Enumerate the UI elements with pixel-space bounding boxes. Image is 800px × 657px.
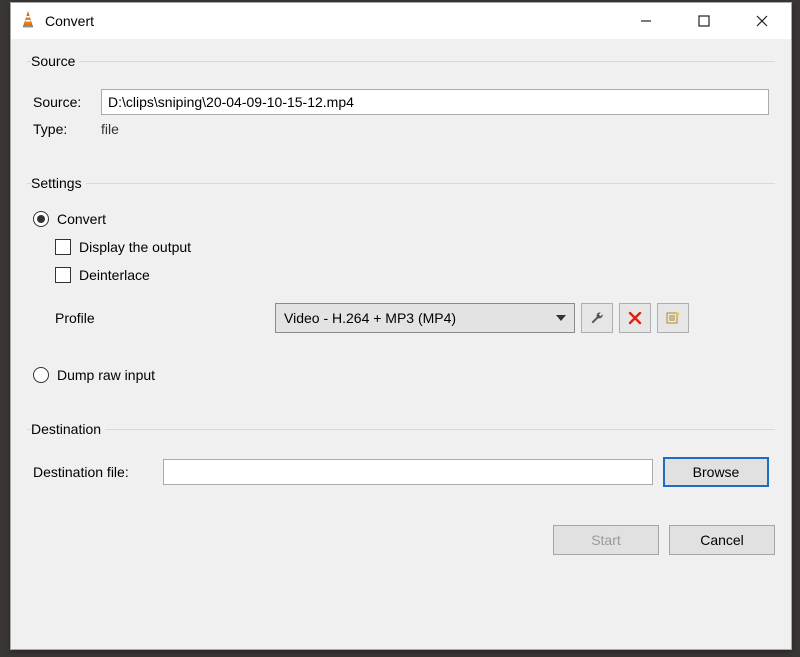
profile-value: Video - H.264 + MP3 (MP4) xyxy=(284,310,456,326)
close-button[interactable] xyxy=(733,3,791,39)
start-button[interactable]: Start xyxy=(553,525,659,555)
dump-raw-radio[interactable]: Dump raw input xyxy=(33,367,155,383)
profile-label: Profile xyxy=(55,310,275,326)
deinterlace-checkbox[interactable]: Deinterlace xyxy=(55,267,150,283)
x-icon xyxy=(627,310,643,326)
chevron-down-icon xyxy=(556,315,566,321)
new-profile-icon xyxy=(665,310,681,326)
display-output-label: Display the output xyxy=(79,239,191,255)
dump-raw-label: Dump raw input xyxy=(57,367,155,383)
destination-legend: Destination xyxy=(31,421,105,437)
source-group: Source Source: Type: file xyxy=(27,53,775,157)
convert-dialog: Convert Source Source: Type: file xyxy=(10,2,792,650)
new-profile-button[interactable] xyxy=(657,303,689,333)
maximize-button[interactable] xyxy=(675,3,733,39)
cancel-button[interactable]: Cancel xyxy=(669,525,775,555)
deinterlace-label: Deinterlace xyxy=(79,267,150,283)
destination-file-label: Destination file: xyxy=(33,464,163,480)
browse-button[interactable]: Browse xyxy=(663,457,769,487)
minimize-button[interactable] xyxy=(617,3,675,39)
edit-profile-button[interactable] xyxy=(581,303,613,333)
type-value: file xyxy=(101,121,119,137)
settings-group: Settings Convert Display the output Dein… xyxy=(27,175,775,403)
display-output-checkbox[interactable]: Display the output xyxy=(55,239,191,255)
settings-legend: Settings xyxy=(31,175,86,191)
destination-group: Destination Destination file: Browse xyxy=(27,421,775,507)
source-input[interactable] xyxy=(101,89,769,115)
convert-radio[interactable]: Convert xyxy=(33,211,106,227)
destination-file-input[interactable] xyxy=(163,459,653,485)
convert-radio-label: Convert xyxy=(57,211,106,227)
source-label: Source: xyxy=(33,94,101,110)
profile-combobox[interactable]: Video - H.264 + MP3 (MP4) xyxy=(275,303,575,333)
wrench-icon xyxy=(589,310,605,326)
window-title: Convert xyxy=(45,13,94,29)
app-icon xyxy=(19,11,37,32)
type-label: Type: xyxy=(33,121,101,137)
delete-profile-button[interactable] xyxy=(619,303,651,333)
source-legend: Source xyxy=(31,53,79,69)
titlebar[interactable]: Convert xyxy=(11,3,791,39)
